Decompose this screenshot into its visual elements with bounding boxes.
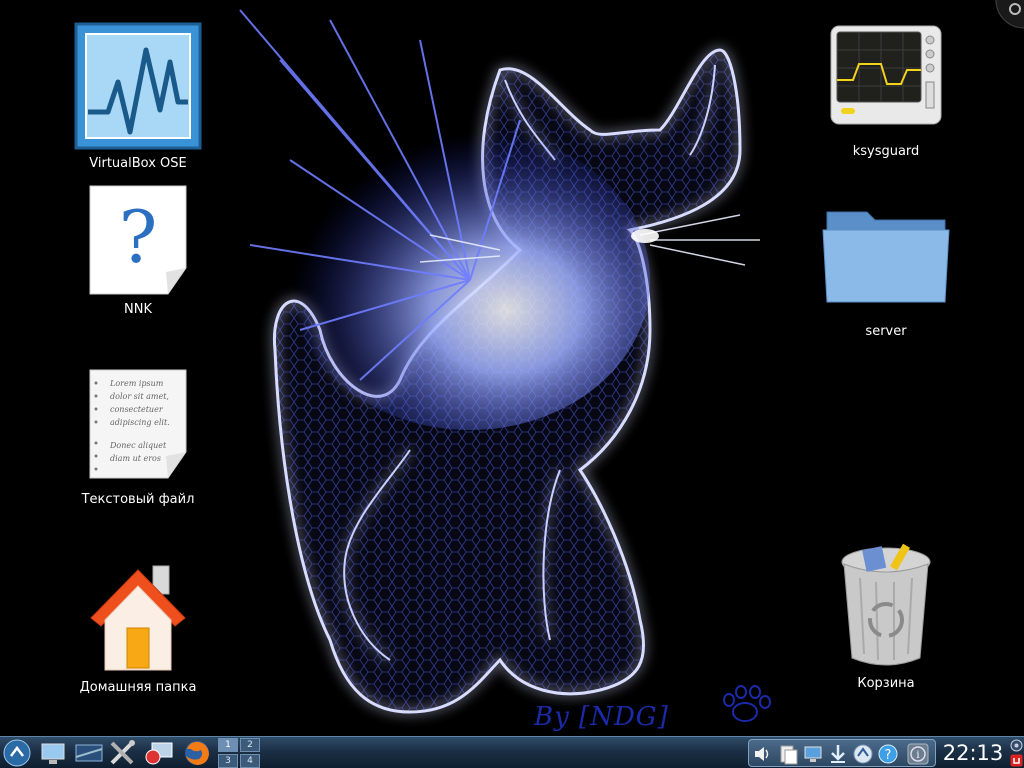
remote-desktop-icon[interactable] bbox=[144, 739, 174, 767]
desktop-icon-trash[interactable]: Корзина bbox=[816, 542, 956, 691]
paw-print-icon bbox=[723, 685, 771, 722]
desktop-icon-label: Корзина bbox=[857, 676, 915, 691]
text-preview-line: dolor sit amet, bbox=[110, 392, 169, 401]
desktop-icon-label: server bbox=[865, 324, 907, 339]
download-icon[interactable] bbox=[827, 743, 849, 765]
text-preview-line: diam ut eros bbox=[110, 454, 161, 463]
wallpaper-signature: By [NDG] bbox=[534, 702, 669, 732]
home-icon bbox=[90, 565, 186, 671]
pager-desktop-3[interactable]: 3 bbox=[218, 754, 238, 768]
desktop-icon-label: ksysguard bbox=[852, 144, 920, 159]
desktop-icon-server[interactable]: server bbox=[816, 204, 956, 339]
desktop-toolbox-icon[interactable] bbox=[994, 0, 1024, 30]
desktop-show-icon[interactable] bbox=[38, 739, 68, 767]
info-icon[interactable]: i bbox=[907, 743, 929, 765]
tools-icon[interactable] bbox=[108, 739, 138, 767]
text-preview-line: Lorem ipsum bbox=[109, 379, 164, 388]
unknown-file-icon: ? bbox=[89, 185, 187, 295]
desktop-pager: 1 2 3 4 bbox=[218, 738, 260, 768]
svg-text:?: ? bbox=[119, 195, 158, 279]
firefox-icon[interactable] bbox=[182, 739, 212, 767]
desktop-icon-label: NNK bbox=[124, 302, 152, 317]
desktop-icon-label: Домашняя папка bbox=[79, 680, 197, 695]
clock[interactable]: 22:13 bbox=[940, 739, 1006, 767]
desktop-icon-nnk[interactable]: ? NNK bbox=[68, 184, 208, 317]
svg-text:?: ? bbox=[885, 748, 892, 763]
panel-settings-icon[interactable] bbox=[1010, 739, 1023, 752]
network-icon[interactable] bbox=[802, 743, 824, 765]
desktop-icon-label: Текстовый файл bbox=[81, 492, 195, 507]
system-monitor-icon bbox=[830, 25, 942, 125]
text-preview-line: consectetuer bbox=[110, 405, 164, 414]
system-tray: ? i bbox=[748, 739, 936, 767]
help-icon[interactable]: ? bbox=[877, 743, 899, 765]
virtualbox-icon bbox=[74, 22, 202, 150]
text-preview-line: adipiscing elit. bbox=[110, 418, 170, 427]
desktop-icon-virtualbox[interactable]: VirtualBox OSE bbox=[68, 22, 208, 171]
text-preview-line: Donec aliquet bbox=[109, 441, 167, 450]
shutdown-icon[interactable] bbox=[1010, 754, 1023, 767]
folder-icon bbox=[822, 211, 950, 303]
text-file-icon: Lorem ipsum dolor sit amet, consectetuer… bbox=[89, 369, 187, 479]
svg-text:i: i bbox=[916, 750, 919, 761]
trash-icon bbox=[841, 543, 931, 666]
desktop-icon-ksysguard[interactable]: ksysguard bbox=[816, 24, 956, 159]
application-menu-icon[interactable] bbox=[2, 739, 32, 767]
pager-desktop-2[interactable]: 2 bbox=[240, 738, 260, 752]
volume-icon[interactable] bbox=[752, 743, 774, 765]
taskbar: 1 2 3 4 ? i 22:13 bbox=[0, 736, 1024, 768]
monitor-icon[interactable] bbox=[74, 739, 104, 767]
desktop-icon-text-file[interactable]: Lorem ipsum dolor sit amet, consectetuer… bbox=[68, 368, 208, 507]
pager-desktop-4[interactable]: 4 bbox=[240, 754, 260, 768]
desktop-icon-label: VirtualBox OSE bbox=[89, 156, 187, 171]
clipboard-icon[interactable] bbox=[777, 743, 799, 765]
desktop-icon-home-folder[interactable]: Домашняя папка bbox=[68, 556, 208, 695]
pager-desktop-1[interactable]: 1 bbox=[218, 738, 238, 752]
update-icon[interactable] bbox=[852, 743, 874, 765]
